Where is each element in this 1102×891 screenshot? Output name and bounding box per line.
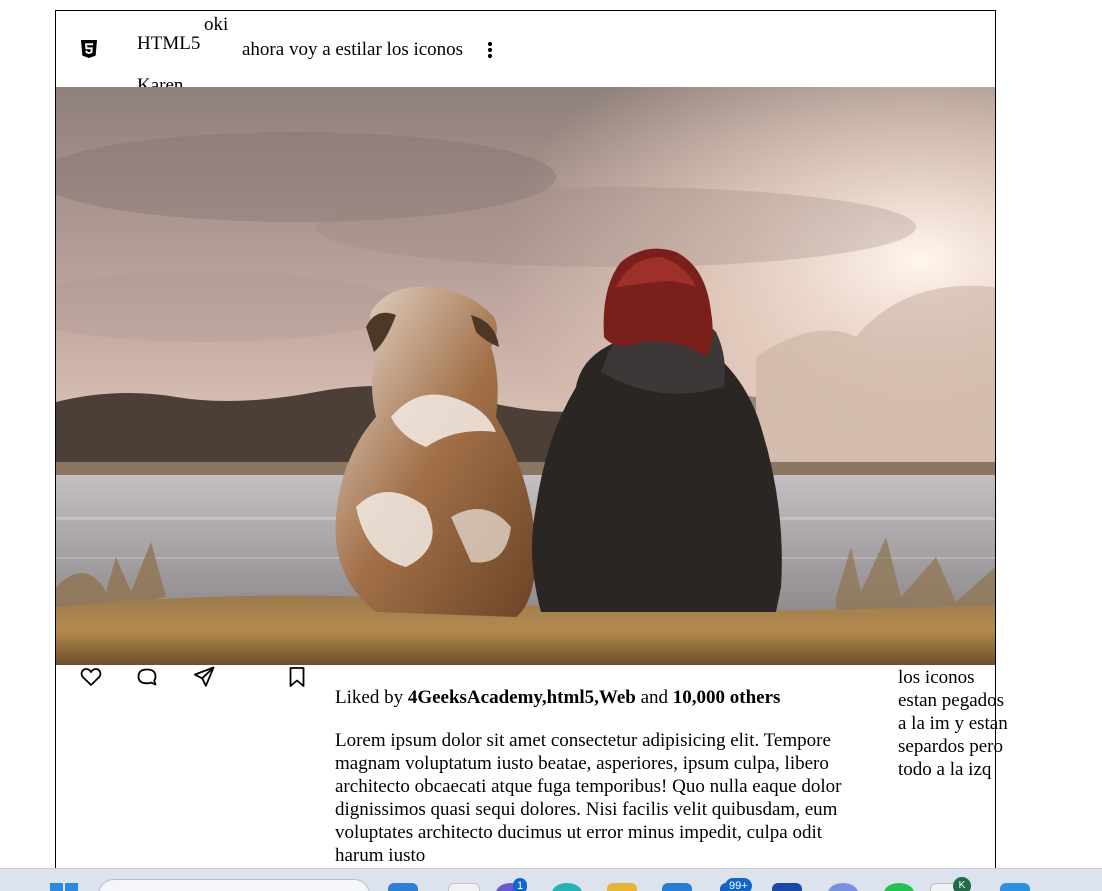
taskbar-search-input[interactable]	[98, 879, 370, 891]
overlay-note: oki	[204, 14, 229, 35]
liked-names[interactable]: 4GeeksAcademy,html5,Web	[408, 687, 636, 708]
likes-line: Liked by 4GeeksAcademy,html5,Web and 10,…	[335, 687, 780, 709]
post-photo	[56, 87, 995, 665]
profile-name[interactable]: HTML5	[137, 33, 200, 55]
profile-avatar[interactable]: K	[953, 877, 971, 891]
liked-and: and	[635, 687, 673, 708]
html5-icon	[81, 40, 97, 58]
post-header: HTML5 oki Karen ahora voy a estilar los …	[56, 11, 995, 87]
more-vertical-icon[interactable]	[481, 40, 499, 60]
comment-icon[interactable]	[135, 665, 159, 689]
os-taskbar: 1 99+ K	[0, 868, 1102, 891]
post-caption: Lorem ipsum dolor sit amet consectetur a…	[335, 730, 842, 866]
mail-badge: 99+	[725, 878, 752, 891]
heart-icon[interactable]	[79, 665, 103, 689]
post-card: HTML5 oki Karen ahora voy a estilar los …	[55, 10, 1008, 891]
send-icon[interactable]	[192, 665, 216, 689]
liked-count[interactable]: 10,000 others	[673, 687, 781, 708]
notification-badge: 1	[513, 878, 528, 891]
author-name: Karen	[137, 75, 184, 87]
bookmark-icon[interactable]	[285, 665, 309, 689]
side-note: los iconos estan pegados a la im y estan…	[898, 667, 1008, 780]
header-note: ahora voy a estilar los iconos	[242, 39, 464, 60]
liked-prefix: Liked by	[335, 687, 408, 708]
